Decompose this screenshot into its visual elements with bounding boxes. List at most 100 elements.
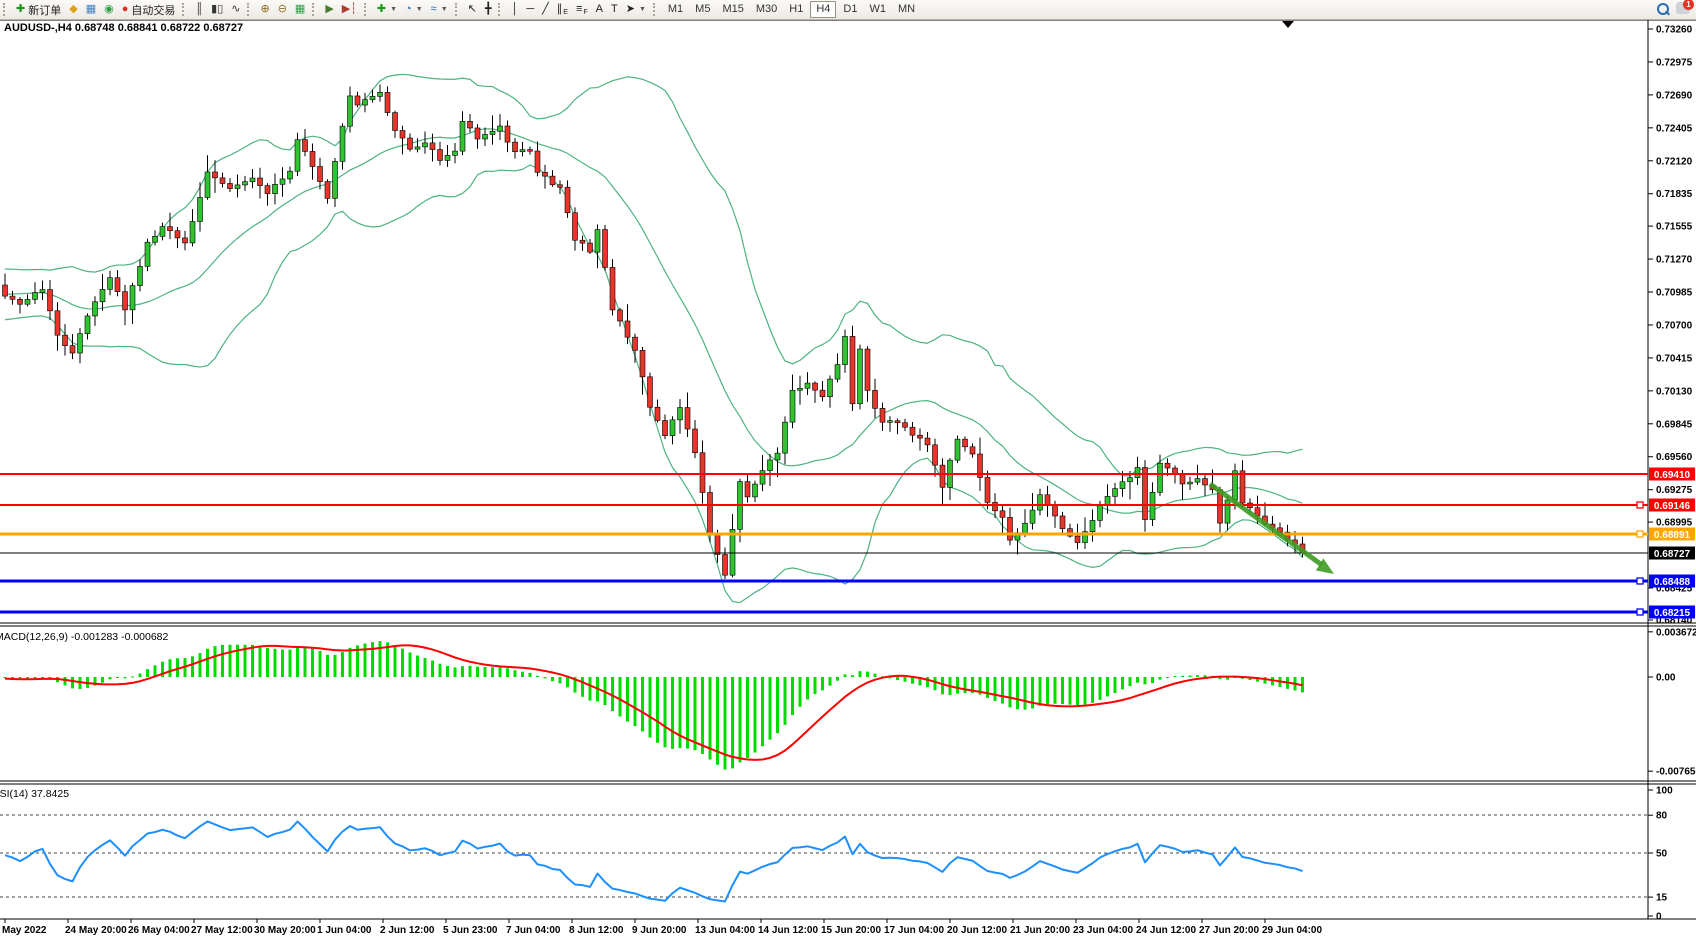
chart-window-button[interactable]: ▦: [82, 1, 100, 18]
time-axis[interactable]: May 202224 May 20:0026 May 04:0027 May 1…: [2, 919, 1322, 936]
timeframe-button-m30[interactable]: M30: [751, 2, 782, 17]
svg-text:0.68891: 0.68891: [1654, 530, 1691, 541]
zoom-in-button[interactable]: ⊕: [256, 1, 273, 18]
timeframe-button-mn[interactable]: MN: [893, 2, 920, 17]
symbols-button[interactable]: ◆: [65, 1, 81, 18]
toolbar-grip: [455, 3, 460, 16]
crosshair-button[interactable]: ╋: [481, 1, 496, 18]
channel-button[interactable]: ∥E: [553, 1, 572, 18]
toolbar-grip: [498, 3, 503, 16]
hline-handle[interactable]: [1637, 531, 1643, 537]
rsi-layer: [0, 815, 1648, 901]
svg-text:30 May 20:00: 30 May 20:00: [254, 925, 316, 936]
periods-button[interactable]: ◔▼: [401, 1, 427, 18]
svg-text:0.68215: 0.68215: [1654, 608, 1691, 619]
chart-title: AUDUSD-,H4 0.68748 0.68841 0.68722 0.687…: [4, 22, 243, 34]
crosshair-icon: ╋: [485, 1, 492, 18]
svg-text:15: 15: [1656, 893, 1668, 904]
text-icon: A: [596, 1, 603, 18]
svg-text:2 Jun 12:00: 2 Jun 12:00: [380, 925, 435, 936]
svg-text:0.70415: 0.70415: [1656, 353, 1693, 364]
tile-windows-button[interactable]: ▦: [291, 1, 309, 18]
chart-shift-button[interactable]: ▶┆: [338, 1, 361, 18]
timeframe-button-w1[interactable]: W1: [864, 2, 891, 17]
fibonacci-button[interactable]: ≡F: [572, 1, 592, 18]
svg-text:27 Jun 20:00: 27 Jun 20:00: [1199, 925, 1259, 936]
hline-0.68891[interactable]: [0, 531, 1648, 537]
hline-icon: ─: [526, 1, 534, 18]
timeframe-button-d1[interactable]: D1: [838, 2, 862, 17]
chart-canvas[interactable]: 0.732600.729750.726900.724050.721200.718…: [0, 0, 1696, 942]
svg-text:100: 100: [1656, 786, 1673, 797]
svg-text:24 Jun 12:00: 24 Jun 12:00: [1136, 925, 1196, 936]
candlestick-icon: ▮▯: [211, 1, 223, 18]
alerts-icon[interactable]: 1: [1676, 2, 1690, 14]
search-icon[interactable]: [1657, 3, 1668, 14]
svg-text:0: 0: [1656, 912, 1662, 923]
bar-chart-icon: ║: [195, 1, 203, 18]
trendline-button[interactable]: ╱: [538, 1, 553, 18]
fibonacci-icon-sub: F: [583, 9, 587, 16]
autoscroll-icon: ▶: [325, 1, 333, 18]
timeframe-button-m15[interactable]: M15: [717, 2, 748, 17]
svg-text:20 Jun 12:00: 20 Jun 12:00: [947, 925, 1007, 936]
svg-text:0.69146: 0.69146: [1654, 501, 1691, 512]
chart-shift-icon: ▶┆: [342, 1, 357, 18]
price-badge-0.68215: 0.68215: [1649, 606, 1695, 619]
signals-button[interactable]: ◉: [100, 1, 118, 18]
line-chart-button[interactable]: ∿: [227, 1, 244, 18]
timeframe-button-h4[interactable]: H4: [810, 1, 836, 18]
macd-layer: [4, 641, 1305, 769]
timeframe-button-m5[interactable]: M5: [690, 2, 715, 17]
timeframe-button-m1[interactable]: M1: [663, 2, 688, 17]
autoscroll-button[interactable]: ▶: [321, 1, 337, 18]
svg-text:0.72405: 0.72405: [1656, 123, 1693, 134]
zoom-out-icon: ⊖: [278, 1, 287, 18]
svg-text:5 Jun 23:00: 5 Jun 23:00: [443, 925, 498, 936]
svg-text:0.70130: 0.70130: [1656, 386, 1693, 397]
templates-icon: ≈: [431, 1, 437, 18]
price-badge-0.69410: 0.69410: [1649, 468, 1695, 481]
svg-text:0.70700: 0.70700: [1656, 320, 1693, 331]
new-order-button[interactable]: ✚新订单: [12, 1, 65, 18]
svg-text:May 2022: May 2022: [2, 925, 47, 936]
text-button[interactable]: A: [592, 1, 607, 18]
label-button[interactable]: T: [607, 1, 622, 18]
dropdown-arrow-icon: ▼: [441, 6, 448, 13]
timeframe-button-h1[interactable]: H1: [784, 2, 808, 17]
price-badge-0.68727: 0.68727: [1649, 547, 1695, 560]
hline-handle[interactable]: [1637, 578, 1643, 584]
macd-label: MACD(12,26,9) -0.001283 -0.000682: [0, 631, 169, 643]
svg-text:24 May 20:00: 24 May 20:00: [65, 925, 127, 936]
svg-text:0.70985: 0.70985: [1656, 288, 1693, 299]
rsi-label: RSI(14) 37.8425: [0, 788, 69, 800]
svg-text:14 Jun 12:00: 14 Jun 12:00: [758, 925, 818, 936]
arrows-button[interactable]: ➤▼: [622, 1, 650, 18]
hline-handle[interactable]: [1637, 502, 1643, 508]
hline-handle[interactable]: [1637, 609, 1643, 615]
hlines-layer[interactable]: [0, 474, 1648, 615]
vline-button[interactable]: │: [507, 1, 522, 18]
svg-text:0.003672: 0.003672: [1656, 627, 1696, 638]
svg-text:1 Jun 04:00: 1 Jun 04:00: [317, 925, 372, 936]
equidistant-channel-icon: ∥: [557, 1, 563, 18]
vline-icon: │: [511, 1, 518, 18]
hline-0.68488[interactable]: [0, 578, 1648, 584]
templates-button[interactable]: ≈▼: [427, 1, 452, 18]
zoom-out-button[interactable]: ⊖: [274, 1, 291, 18]
toolbar-grip: [312, 3, 317, 16]
svg-text:0.69560: 0.69560: [1656, 452, 1693, 463]
cursor-button[interactable]: ↖: [464, 1, 481, 18]
hline-0.69146[interactable]: [0, 502, 1648, 508]
add-indicator-button[interactable]: ✚▼: [373, 1, 401, 18]
alert-badge: 1: [1683, 0, 1694, 10]
hline-button[interactable]: ─: [522, 1, 538, 18]
hline-0.68215[interactable]: [0, 609, 1648, 615]
autotrading-button[interactable]: ●自动交易: [118, 1, 180, 18]
pane-borders: [0, 20, 1696, 919]
candlestick-button[interactable]: ▮▯: [207, 1, 227, 18]
svg-text:0.69410: 0.69410: [1654, 470, 1691, 481]
bar-chart-button[interactable]: ║: [191, 1, 207, 18]
tile-windows-icon: ▦: [295, 1, 305, 18]
svg-text:27 May 12:00: 27 May 12:00: [191, 925, 253, 936]
